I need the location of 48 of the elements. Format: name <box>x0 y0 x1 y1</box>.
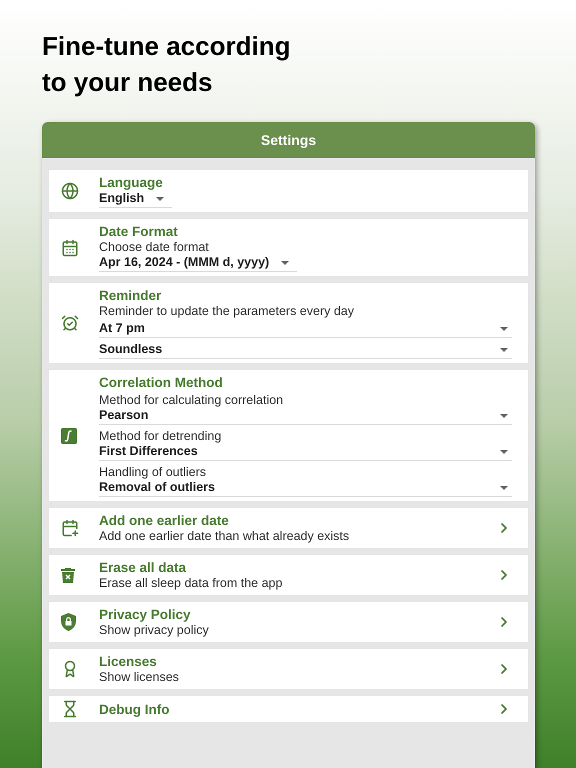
calendar-icon <box>61 238 79 256</box>
select-label: Method for detrending <box>99 429 222 444</box>
hourglass-icon <box>61 700 79 718</box>
section-title: Add one earlier date <box>99 512 230 529</box>
section-title: Language <box>99 174 164 191</box>
section-subtitle: Add one earlier date than what already exists <box>99 529 350 544</box>
settings-link-card[interactable]: Debug Info <box>49 696 528 722</box>
select-label: Handling of outliers <box>99 465 208 480</box>
header-title: Settings <box>260 130 316 150</box>
section-title: Correlation Method <box>99 374 224 391</box>
section-title: Debug Info <box>99 700 170 718</box>
dropdown-caret-icon <box>500 486 508 490</box>
settings-link-card[interactable]: Add one earlier date Add one earlier date than what already exists <box>49 508 528 548</box>
headline: to your needs <box>42 66 214 99</box>
section-title: Reminder <box>99 287 162 304</box>
section-title: Privacy Policy <box>99 606 192 623</box>
dropdown-select[interactable]: Soundless <box>99 342 512 359</box>
dropdown-caret-icon <box>500 414 508 418</box>
headline: Fine-tune according <box>42 30 292 63</box>
shield-lock-icon <box>61 613 76 631</box>
dropdown-select[interactable]: Removal of outliers <box>99 480 512 497</box>
globe-icon <box>61 182 79 200</box>
integral-icon <box>61 428 77 444</box>
section-subtitle: Choose date format <box>99 240 210 255</box>
select-label: Method for calculating correlation <box>99 393 284 408</box>
section-subtitle: Show licenses <box>99 670 180 685</box>
dropdown-select[interactable]: Pearson <box>99 408 512 425</box>
dropdown-caret-icon <box>281 260 290 264</box>
settings-link-card[interactable]: Privacy Policy Show privacy policy <box>49 602 528 642</box>
section-subtitle: Reminder to update the parameters every day <box>99 304 355 319</box>
section-subtitle: Erase all sleep data from the app <box>99 576 284 591</box>
dropdown-select[interactable]: At 7 pm <box>99 321 512 338</box>
section-title: Licenses <box>99 653 158 670</box>
dropdown-caret-icon <box>500 348 508 352</box>
dropdown-caret-icon <box>156 196 164 200</box>
dropdown-select[interactable]: First Differences <box>99 444 512 461</box>
settings-link-card[interactable]: Licenses Show licenses <box>49 649 528 689</box>
dropdown-caret-icon <box>500 450 508 454</box>
dropdown-select[interactable]: English <box>99 191 172 208</box>
section-title: Date Format <box>99 223 179 240</box>
alarm-clock-icon <box>61 314 79 332</box>
dropdown-caret-icon <box>500 326 508 330</box>
section-title: Erase all data <box>99 559 188 576</box>
dropdown-select[interactable]: Apr 16, 2024 - (MMM d, yyyy) <box>99 255 298 272</box>
section-subtitle: Show privacy policy <box>99 623 210 638</box>
calendar-plus-icon <box>61 519 79 537</box>
settings-link-card[interactable]: Erase all data Erase all sleep data from the app <box>49 555 528 595</box>
trash-icon <box>61 567 75 583</box>
